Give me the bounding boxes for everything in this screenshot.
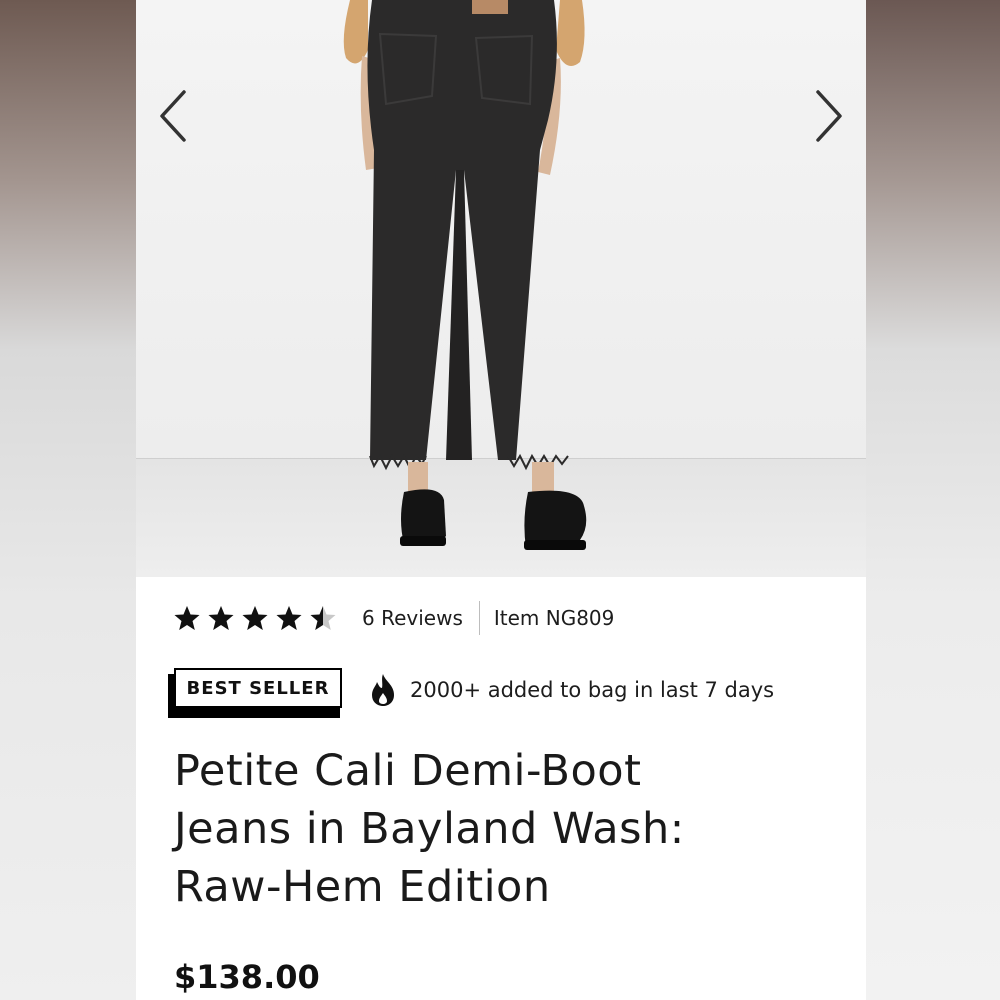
star-icon [276, 606, 302, 630]
product-image-carousel[interactable] [136, 0, 866, 577]
divider [478, 601, 480, 635]
badge-row: BEST SELLER 2000+ added to bag in last 7… [168, 664, 848, 718]
item-number: Item NG809 [493, 606, 615, 630]
star-icon [174, 606, 200, 630]
blurred-backdrop-left [0, 0, 136, 1000]
flame-icon [372, 674, 394, 706]
carousel-prev-button[interactable] [154, 88, 194, 144]
star-icon [208, 606, 234, 630]
product-image [343, 0, 587, 550]
reviews-link[interactable]: 6 Reviews [362, 606, 463, 630]
chevron-left-icon [160, 90, 186, 142]
badge-label: BEST SELLER [174, 668, 342, 708]
product-title-line-2: Jeans in Bayland Wash: [174, 804, 685, 854]
blurred-backdrop-right [866, 0, 1000, 1000]
product-title-line-1: Petite Cali Demi-Boot [174, 746, 642, 796]
rating-row: 6 Reviews Item NG809 [174, 598, 834, 638]
chevron-right-icon [816, 90, 842, 142]
star-icon [310, 606, 336, 630]
added-to-bag-text: 2000+ added to bag in last 7 days [410, 678, 775, 702]
product-price: $138.00 [174, 958, 320, 996]
star-rating[interactable] [174, 605, 336, 631]
product-title-line-3: Raw-Hem Edition [174, 862, 551, 912]
star-icon [242, 606, 268, 630]
product-title: Petite Cali Demi-Boot Jeans in Bayland W… [174, 742, 794, 916]
best-seller-badge: BEST SELLER [168, 668, 342, 718]
product-page: 6 Reviews Item NG809 BEST SELLER 2000+ a… [136, 0, 866, 1000]
carousel-next-button[interactable] [808, 88, 848, 144]
